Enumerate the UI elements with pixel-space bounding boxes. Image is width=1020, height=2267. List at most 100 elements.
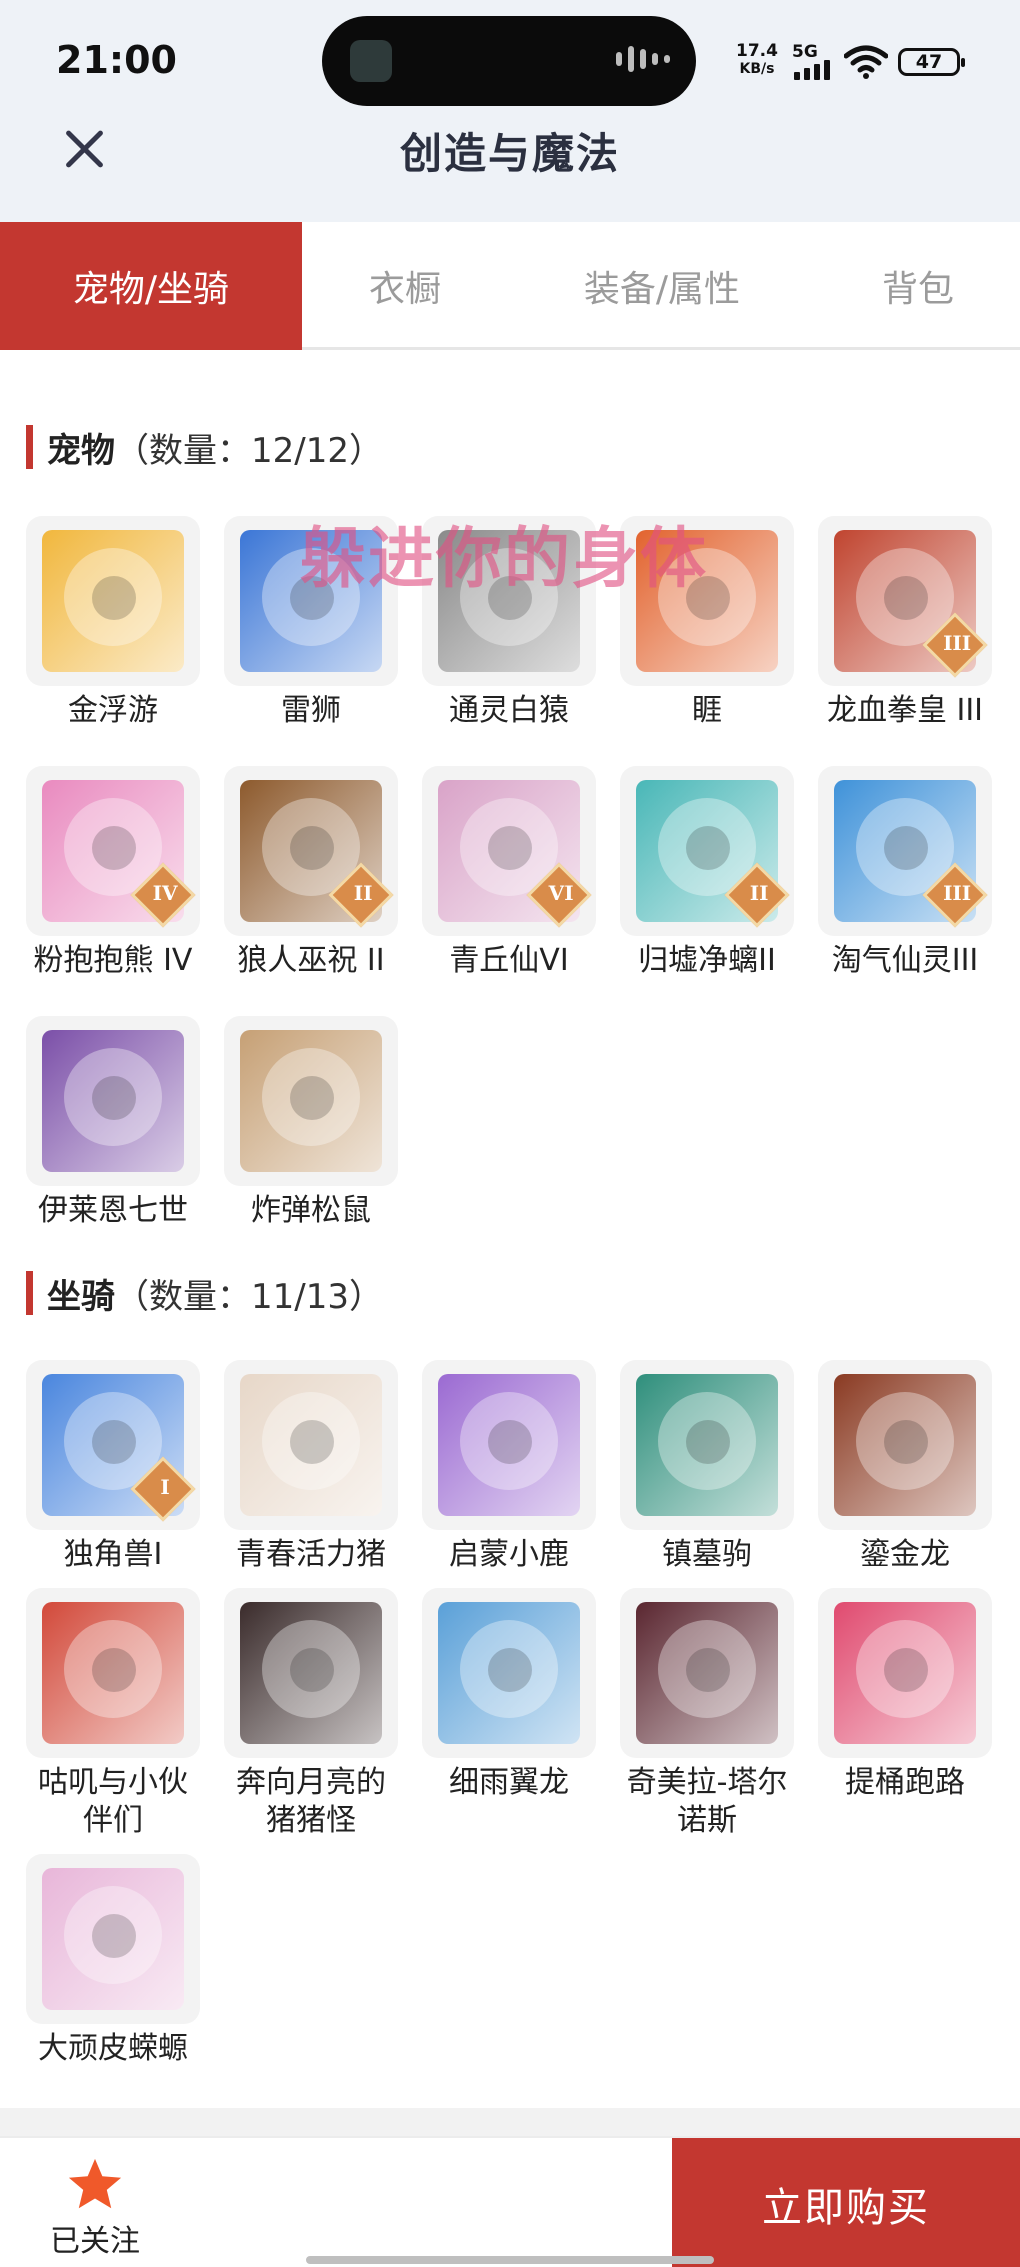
collection-item[interactable]: 大顽皮蝾螈 bbox=[26, 1854, 200, 2068]
art-shadow bbox=[488, 1420, 532, 1464]
item-thumbnail bbox=[224, 1588, 398, 1758]
collection-item[interactable]: 咕叽与小伙伴们 bbox=[26, 1588, 200, 1840]
art-shadow bbox=[686, 1420, 730, 1464]
item-name: 龙血拳皇 III bbox=[826, 693, 984, 728]
art-shadow bbox=[290, 1648, 334, 1692]
item-name: 奇美拉-塔尔诺斯 bbox=[626, 1765, 788, 1838]
item-name: 奔向月亮的猪猪怪 bbox=[236, 1765, 386, 1838]
tab-equipment[interactable]: 装备/属性 bbox=[508, 222, 816, 350]
item-art bbox=[42, 1030, 184, 1172]
item-name: 淘气仙灵III bbox=[831, 943, 979, 978]
item-thumbnail bbox=[26, 1854, 200, 2024]
status-time: 21:00 bbox=[56, 38, 177, 82]
item-art bbox=[42, 1602, 184, 1744]
home-indicator bbox=[306, 2256, 714, 2264]
tab-backpack[interactable]: 背包 bbox=[816, 222, 1020, 350]
bottom-bar: 已关注 立即购买 bbox=[0, 2136, 1020, 2267]
item-thumbnail bbox=[422, 1588, 596, 1758]
collection-item[interactable]: 启蒙小鹿 bbox=[422, 1360, 596, 1574]
collection-item[interactable]: 鎏金龙 bbox=[818, 1360, 992, 1574]
item-art bbox=[42, 1868, 184, 2010]
item-name: 通灵白猿 bbox=[449, 693, 569, 728]
item-art bbox=[636, 1602, 778, 1744]
item-name: 咕叽与小伙伴们 bbox=[38, 1765, 188, 1838]
item-thumbnail bbox=[620, 1360, 794, 1530]
item-thumbnail: VI bbox=[422, 766, 596, 936]
collection-item[interactable]: 镇墓驹 bbox=[620, 1360, 794, 1574]
camera-icon bbox=[350, 40, 392, 82]
item-thumbnail bbox=[620, 1588, 794, 1758]
collection-item[interactable]: VI 青丘仙VI bbox=[422, 766, 596, 980]
net-speed-value: 17.4 bbox=[736, 41, 778, 61]
item-name: 睚 bbox=[692, 693, 722, 728]
collection-item[interactable]: 青春活力猪 bbox=[224, 1360, 398, 1574]
item-art bbox=[636, 1374, 778, 1516]
collection-item[interactable]: 细雨翼龙 bbox=[422, 1588, 596, 1840]
item-thumbnail bbox=[818, 1360, 992, 1530]
item-name: 独角兽I bbox=[63, 1537, 163, 1572]
art-shadow bbox=[92, 1648, 136, 1692]
art-shadow bbox=[92, 1076, 136, 1120]
tab-bar: 宠物/坐骑 衣橱 装备/属性 背包 bbox=[0, 222, 1020, 350]
art-shadow bbox=[92, 1420, 136, 1464]
divider bbox=[0, 2108, 1020, 2136]
follow-button[interactable]: 已关注 bbox=[30, 2156, 160, 2260]
buy-now-button[interactable]: 立即购买 bbox=[672, 2138, 1020, 2267]
art-shadow bbox=[92, 576, 136, 620]
item-thumbnail: III bbox=[818, 766, 992, 936]
item-name: 狼人巫祝 II bbox=[237, 943, 385, 978]
item-thumbnail bbox=[224, 1016, 398, 1186]
collection-item[interactable]: IV 粉抱抱熊 IV bbox=[26, 766, 200, 980]
item-art bbox=[240, 1030, 382, 1172]
item-thumbnail bbox=[818, 1588, 992, 1758]
item-name: 粉抱抱熊 IV bbox=[33, 943, 193, 978]
battery-icon: 47 bbox=[898, 48, 965, 76]
collection-item[interactable]: 奇美拉-塔尔诺斯 bbox=[620, 1588, 794, 1840]
rank-numeral: VI bbox=[548, 880, 574, 905]
art-shadow bbox=[290, 826, 334, 870]
art-shadow bbox=[686, 1648, 730, 1692]
tab-wardrobe[interactable]: 衣橱 bbox=[302, 222, 508, 350]
item-name: 青春活力猪 bbox=[236, 1537, 386, 1572]
collection-item[interactable]: 金浮游 bbox=[26, 516, 200, 730]
item-name: 归墟净螭II bbox=[638, 943, 776, 978]
collection-item[interactable]: 提桶跑路 bbox=[818, 1588, 992, 1840]
item-thumbnail bbox=[422, 1360, 596, 1530]
dynamic-island bbox=[322, 16, 696, 106]
pets-grid: 金浮游 雷狮 通灵白猿 睚 III 龙血拳皇 III IV 粉抱抱熊 IV II 狼人巫祝 II V… bbox=[26, 516, 992, 1230]
collection-item[interactable]: 奔向月亮的猪猪怪 bbox=[224, 1588, 398, 1840]
collection-item[interactable]: II 狼人巫祝 II bbox=[224, 766, 398, 980]
collection-item[interactable]: 炸弹松鼠 bbox=[224, 1016, 398, 1230]
item-thumbnail bbox=[26, 1016, 200, 1186]
collection-item[interactable]: III 龙血拳皇 III bbox=[818, 516, 992, 730]
item-art bbox=[240, 1374, 382, 1516]
item-name: 大顽皮蝾螈 bbox=[38, 2031, 188, 2066]
rank-numeral: III bbox=[943, 880, 972, 905]
collection-item[interactable]: 伊莱恩七世 bbox=[26, 1016, 200, 1230]
item-art bbox=[834, 1374, 976, 1516]
item-art bbox=[240, 1602, 382, 1744]
art-shadow bbox=[92, 826, 136, 870]
art-shadow bbox=[488, 826, 532, 870]
section-count: （数量：12/12） bbox=[115, 430, 383, 471]
tab-pets-mounts[interactable]: 宠物/坐骑 bbox=[0, 222, 302, 350]
item-art bbox=[42, 530, 184, 672]
item-thumbnail bbox=[26, 1588, 200, 1758]
item-name: 炸弹松鼠 bbox=[251, 1193, 371, 1228]
collection-item[interactable]: II 归墟净螭II bbox=[620, 766, 794, 980]
net-speed: 17.4 KB/s bbox=[736, 42, 778, 78]
rank-numeral: IV bbox=[152, 880, 178, 905]
collection-item[interactable]: III 淘气仙灵III bbox=[818, 766, 992, 980]
rank-numeral: II bbox=[749, 880, 769, 905]
collection-item[interactable]: I 独角兽I bbox=[26, 1360, 200, 1574]
mounts-section-title: 坐骑 （数量：11/13） bbox=[26, 1268, 383, 1318]
rank-numeral: III bbox=[943, 630, 972, 655]
art-shadow bbox=[488, 1648, 532, 1692]
item-name: 提桶跑路 bbox=[845, 1765, 965, 1800]
item-thumbnail bbox=[26, 516, 200, 686]
network-type: 5G bbox=[792, 42, 818, 62]
rank-numeral: II bbox=[353, 880, 373, 905]
art-shadow bbox=[290, 1420, 334, 1464]
art-shadow bbox=[686, 826, 730, 870]
page: 21:00 17.4 KB/s 5G 47 创造与魔法 宠物/坐骑 衣橱 装备/… bbox=[0, 0, 1020, 2267]
